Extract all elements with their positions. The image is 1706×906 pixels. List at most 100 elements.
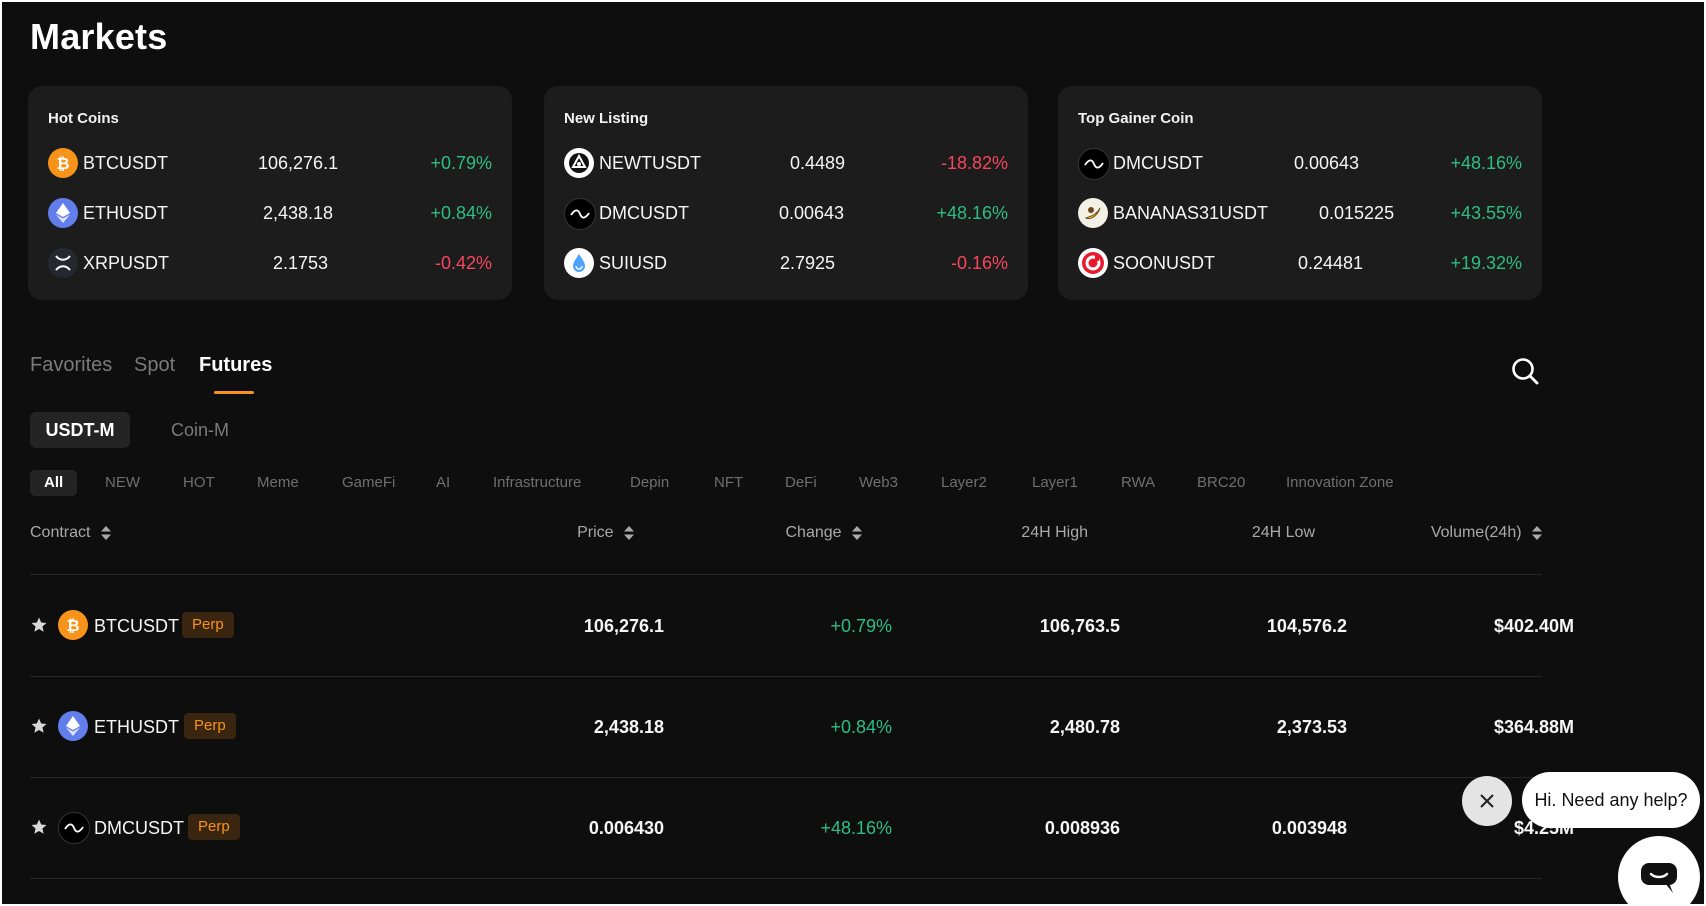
- high-cell: 2,480.78: [1049, 717, 1120, 737]
- sort-icon: [852, 525, 862, 540]
- header-contract[interactable]: Contract: [30, 524, 111, 542]
- volume-cell: $364.88M: [1493, 717, 1574, 737]
- header-price[interactable]: Price: [577, 524, 634, 542]
- category-nft[interactable]: NFT: [714, 470, 743, 496]
- dmc-icon: [564, 198, 596, 230]
- coin-symbol: SOONUSDT: [1113, 253, 1216, 273]
- help-close-button[interactable]: [1462, 776, 1512, 826]
- category-defi[interactable]: DeFi: [785, 470, 817, 496]
- segment-coin-m[interactable]: Coin-M: [150, 412, 250, 448]
- star-icon[interactable]: [30, 616, 48, 634]
- coin-symbol: SUIUSD: [599, 253, 668, 273]
- category-new[interactable]: NEW: [105, 470, 140, 496]
- help-message-bubble[interactable]: Hi. Need any help?: [1522, 772, 1700, 828]
- category-web3[interactable]: Web3: [859, 470, 898, 496]
- row-divider: [30, 574, 1542, 575]
- header-change[interactable]: Change: [785, 524, 862, 542]
- change-cell: +0.79%: [830, 616, 892, 636]
- category-brc20[interactable]: BRC20: [1197, 470, 1245, 496]
- category-depin[interactable]: Depin: [630, 470, 669, 496]
- chat-launcher-button[interactable]: [1618, 836, 1700, 904]
- star-icon[interactable]: [30, 717, 48, 735]
- coin-change: +19.32%: [1450, 253, 1522, 273]
- new-listing-row[interactable]: DMCUSDT 0.00643 +48.16%: [564, 196, 1008, 230]
- coin-change: +0.84%: [430, 203, 492, 223]
- coin-price: 0.24481: [1298, 253, 1364, 273]
- close-icon: [1480, 794, 1494, 808]
- search-icon[interactable]: [1510, 356, 1540, 386]
- header-volume[interactable]: Volume(24h): [1431, 524, 1542, 542]
- top-gainer-row[interactable]: BANANAS31USDT 0.015225 +43.55%: [1078, 196, 1522, 230]
- header-24h-low: 24H Low: [1251, 524, 1315, 541]
- top-gainer-row[interactable]: SOONUSDT 0.24481 +19.32%: [1078, 246, 1522, 280]
- category-all[interactable]: All: [30, 470, 78, 496]
- card-title: New Listing: [564, 110, 649, 127]
- card-title: Top Gainer Coin: [1078, 110, 1194, 127]
- top-gainer-row[interactable]: DMCUSDT 0.00643 +48.16%: [1078, 146, 1522, 180]
- coin-change: +48.16%: [1450, 153, 1522, 173]
- bananas31-icon: [1078, 198, 1108, 228]
- table-row[interactable]: DMCUSDT Perp 0.006430 +48.16% 0.008936 0…: [30, 778, 1574, 878]
- price-cell: 2,438.18: [593, 717, 664, 737]
- header-label: Change: [785, 524, 842, 541]
- category-layer2[interactable]: Layer2: [941, 470, 987, 496]
- category-innovation-zone[interactable]: Innovation Zone: [1286, 470, 1394, 496]
- perp-badge: Perp: [182, 612, 234, 638]
- sui-icon: [564, 248, 594, 278]
- hot-coin-row[interactable]: ETHUSDT 2,438.18 +0.84%: [48, 196, 492, 230]
- low-cell: 0.003948: [1271, 818, 1347, 838]
- coin-symbol: DMCUSDT: [599, 203, 689, 223]
- bitcoin-icon: ₿: [58, 610, 88, 640]
- category-layer1[interactable]: Layer1: [1032, 470, 1078, 496]
- coin-symbol: BTCUSDT: [83, 153, 168, 173]
- page-title: Markets: [30, 16, 168, 57]
- coin-change: +48.16%: [936, 203, 1008, 223]
- newt-icon: [564, 148, 594, 178]
- tab-futures[interactable]: Futures: [199, 354, 272, 377]
- dmc-icon: [58, 812, 90, 844]
- segment-usdt-m[interactable]: USDT-M: [30, 412, 130, 448]
- category-hot[interactable]: HOT: [183, 470, 215, 496]
- category-rwa[interactable]: RWA: [1121, 470, 1155, 496]
- header-24h-high: 24H High: [1021, 524, 1088, 541]
- soon-icon: [1078, 248, 1108, 278]
- coin-symbol: DMCUSDT: [1113, 153, 1203, 173]
- hot-coin-row[interactable]: ₿ BTCUSDT 106,276.1 +0.79%: [48, 146, 492, 180]
- low-cell: 2,373.53: [1276, 717, 1347, 737]
- category-ai[interactable]: AI: [436, 470, 450, 496]
- volume-cell: $402.40M: [1493, 616, 1574, 636]
- coin-change: -0.16%: [950, 253, 1008, 273]
- sort-icon: [1532, 525, 1542, 540]
- coin-price: 0.00643: [779, 203, 845, 223]
- header-label: Price: [577, 524, 614, 541]
- coin-price: 2,438.18: [263, 203, 334, 223]
- coin-change: +43.55%: [1450, 203, 1522, 223]
- ethereum-icon: [58, 711, 88, 741]
- category-infrastructure[interactable]: Infrastructure: [493, 470, 581, 496]
- contract-symbol: DMCUSDT: [94, 818, 184, 838]
- new-listing-row[interactable]: SUIUSD 2.7925 -0.16%: [564, 246, 1008, 280]
- coin-price: 2.7925: [780, 253, 836, 273]
- low-cell: 104,576.2: [1266, 616, 1347, 636]
- table-row[interactable]: ₿ BTCUSDT Perp 106,276.1 +0.79% 106,763.…: [30, 576, 1574, 676]
- star-icon[interactable]: [30, 818, 48, 836]
- coin-price: 106,276.1: [258, 153, 339, 173]
- hot-coin-row[interactable]: XRPUSDT 2.1753 -0.42%: [48, 246, 492, 280]
- tab-spot[interactable]: Spot: [134, 354, 175, 377]
- category-meme[interactable]: Meme: [257, 470, 299, 496]
- header-label: Volume(24h): [1430, 524, 1522, 541]
- change-cell: +0.84%: [830, 717, 892, 737]
- change-cell: +48.16%: [820, 818, 892, 838]
- new-listing-row[interactable]: NEWTUSDT 0.4489 -18.82%: [564, 146, 1008, 180]
- category-gamefi[interactable]: GameFi: [342, 470, 395, 496]
- table-row[interactable]: ETHUSDT Perp 2,438.18 +0.84% 2,480.78 2,…: [30, 677, 1574, 777]
- coin-price: 0.00643: [1294, 153, 1360, 173]
- coin-change: -18.82%: [940, 153, 1008, 173]
- new-listing-card: New Listing NEWTUSDT 0.4489 -18.82% DMCU…: [544, 86, 1028, 300]
- header-label: Contract: [30, 524, 91, 541]
- tab-favorites[interactable]: Favorites: [30, 354, 112, 377]
- card-title: Hot Coins: [48, 110, 119, 127]
- bitcoin-icon: ₿: [48, 148, 78, 178]
- markets-screen: Markets Hot Coins ₿ BTCUSDT 106,276.1 +0…: [2, 2, 1704, 904]
- svg-text:₿: ₿: [56, 154, 69, 172]
